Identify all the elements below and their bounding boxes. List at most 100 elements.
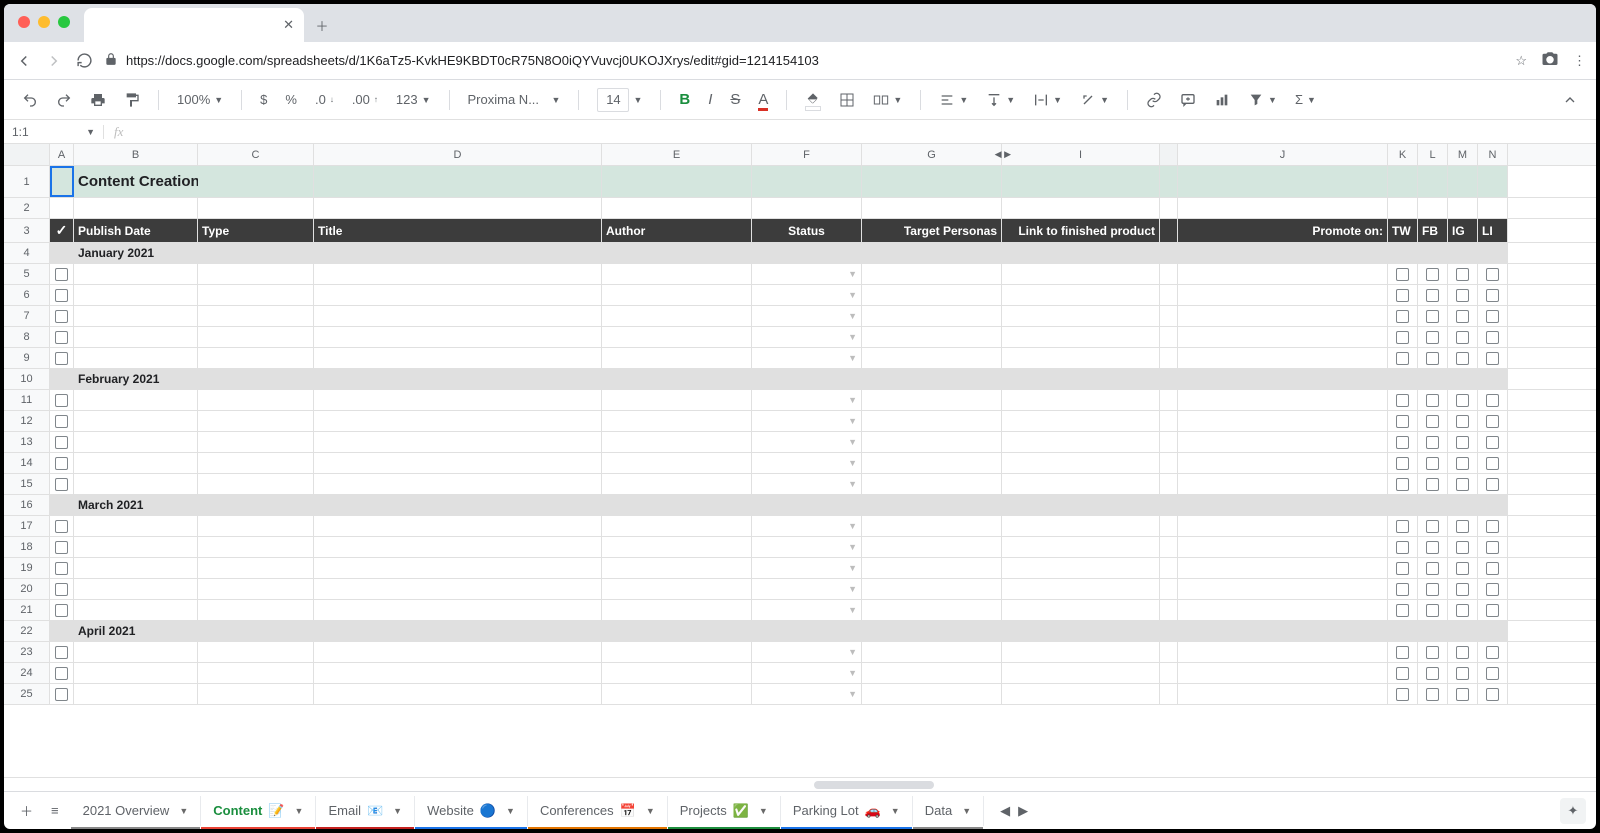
checkbox[interactable]: [1456, 646, 1469, 659]
cell[interactable]: [1002, 600, 1160, 620]
col-header-I[interactable]: I: [1002, 144, 1160, 165]
cell[interactable]: [862, 474, 1002, 494]
hidden-col-gap[interactable]: [1160, 144, 1178, 165]
window-maximize-dot[interactable]: [58, 16, 70, 28]
cell[interactable]: [74, 684, 198, 704]
row-header-2[interactable]: 2: [4, 198, 50, 218]
cell[interactable]: [1178, 198, 1388, 218]
sheet-tab-dropdown-icon[interactable]: ▼: [393, 806, 402, 816]
cell[interactable]: [602, 390, 752, 410]
checkbox[interactable]: [1486, 310, 1499, 323]
cell-checkbox[interactable]: [50, 348, 74, 368]
cell[interactable]: [74, 306, 198, 326]
cell[interactable]: [198, 306, 314, 326]
cell[interactable]: [862, 198, 1002, 218]
cell[interactable]: [314, 621, 602, 641]
cell-ig[interactable]: [1448, 390, 1478, 410]
checkbox[interactable]: [1396, 331, 1409, 344]
cell[interactable]: [314, 243, 602, 263]
vertical-align-button[interactable]: ▼: [980, 88, 1021, 112]
cell-tw[interactable]: [1388, 198, 1418, 218]
cell[interactable]: [1178, 264, 1388, 284]
close-tab-icon[interactable]: ✕: [283, 17, 294, 33]
cell[interactable]: [1178, 453, 1388, 473]
star-icon[interactable]: ☆: [1515, 53, 1527, 69]
cell[interactable]: [198, 684, 314, 704]
cell-fb[interactable]: [1418, 474, 1448, 494]
cell[interactable]: [314, 198, 602, 218]
cell-li[interactable]: [1478, 684, 1508, 704]
cell[interactable]: [74, 558, 198, 578]
dropdown-icon[interactable]: ▼: [848, 458, 857, 468]
cell-tw[interactable]: [1388, 579, 1418, 599]
checkbox[interactable]: [55, 646, 68, 659]
cell-fb[interactable]: [1418, 348, 1448, 368]
cell[interactable]: [1388, 621, 1418, 641]
cell[interactable]: [1178, 243, 1388, 263]
row-header-23[interactable]: 23: [4, 642, 50, 662]
checkbox[interactable]: [1486, 646, 1499, 659]
cell-fb[interactable]: [1418, 663, 1448, 683]
cell-D1[interactable]: [314, 166, 602, 197]
cell-li[interactable]: [1478, 327, 1508, 347]
cell[interactable]: [602, 600, 752, 620]
cell[interactable]: [74, 474, 198, 494]
cell-checkbox[interactable]: [50, 432, 74, 452]
cell[interactable]: [862, 537, 1002, 557]
checkbox[interactable]: [55, 667, 68, 680]
font-select[interactable]: Proxima N... ▼: [462, 88, 567, 111]
cell-checkbox[interactable]: [50, 453, 74, 473]
row-header-14[interactable]: 14: [4, 453, 50, 473]
checkbox[interactable]: [55, 583, 68, 596]
row-header-1[interactable]: 1: [4, 166, 50, 197]
cell[interactable]: [198, 327, 314, 347]
cell-tw[interactable]: [1388, 516, 1418, 536]
dropdown-icon[interactable]: ▼: [848, 395, 857, 405]
tab-scroll-left[interactable]: ◀: [1000, 803, 1010, 819]
cell[interactable]: [50, 369, 74, 389]
row-header-19[interactable]: 19: [4, 558, 50, 578]
cell-fb[interactable]: [1418, 516, 1448, 536]
sheet-tab-dropdown-icon[interactable]: ▼: [891, 806, 900, 816]
cell-status[interactable]: ▼: [752, 390, 862, 410]
cell[interactable]: [1178, 474, 1388, 494]
cell-ig[interactable]: [1448, 600, 1478, 620]
cell-li[interactable]: [1478, 432, 1508, 452]
horizontal-align-button[interactable]: ▼: [933, 88, 974, 112]
checkbox[interactable]: [1486, 436, 1499, 449]
cell-checkbox[interactable]: [50, 684, 74, 704]
cell[interactable]: [602, 453, 752, 473]
checkbox[interactable]: [1396, 583, 1409, 596]
cell-status[interactable]: ▼: [752, 306, 862, 326]
cell-li[interactable]: [1478, 348, 1508, 368]
dropdown-icon[interactable]: ▼: [848, 521, 857, 531]
checkbox[interactable]: [1426, 583, 1439, 596]
checkbox[interactable]: [1456, 415, 1469, 428]
cell[interactable]: [862, 390, 1002, 410]
cell[interactable]: [314, 390, 602, 410]
row-header-17[interactable]: 17: [4, 516, 50, 536]
checkbox[interactable]: [1456, 667, 1469, 680]
cell[interactable]: [1178, 390, 1388, 410]
cell[interactable]: [862, 411, 1002, 431]
cell[interactable]: [74, 642, 198, 662]
back-button[interactable]: [14, 51, 34, 71]
cell-li[interactable]: [1478, 285, 1508, 305]
cell-li[interactable]: [1478, 642, 1508, 662]
cell-ig[interactable]: [1448, 579, 1478, 599]
dropdown-icon[interactable]: ▼: [848, 605, 857, 615]
dropdown-icon[interactable]: ▼: [848, 584, 857, 594]
checkbox[interactable]: [1396, 667, 1409, 680]
cell-fb[interactable]: [1418, 390, 1448, 410]
cell-status[interactable]: ▼: [752, 327, 862, 347]
reload-button[interactable]: [74, 51, 94, 71]
cell[interactable]: [74, 453, 198, 473]
cell[interactable]: [1002, 264, 1160, 284]
cell[interactable]: [314, 432, 602, 452]
sheet-tab-parking lot[interactable]: Parking Lot 🚗 ▼: [781, 796, 913, 826]
checkbox[interactable]: [1396, 268, 1409, 281]
cell-ig[interactable]: [1448, 684, 1478, 704]
checkbox[interactable]: [55, 562, 68, 575]
cell[interactable]: [862, 663, 1002, 683]
col-header-N[interactable]: N: [1478, 144, 1508, 165]
